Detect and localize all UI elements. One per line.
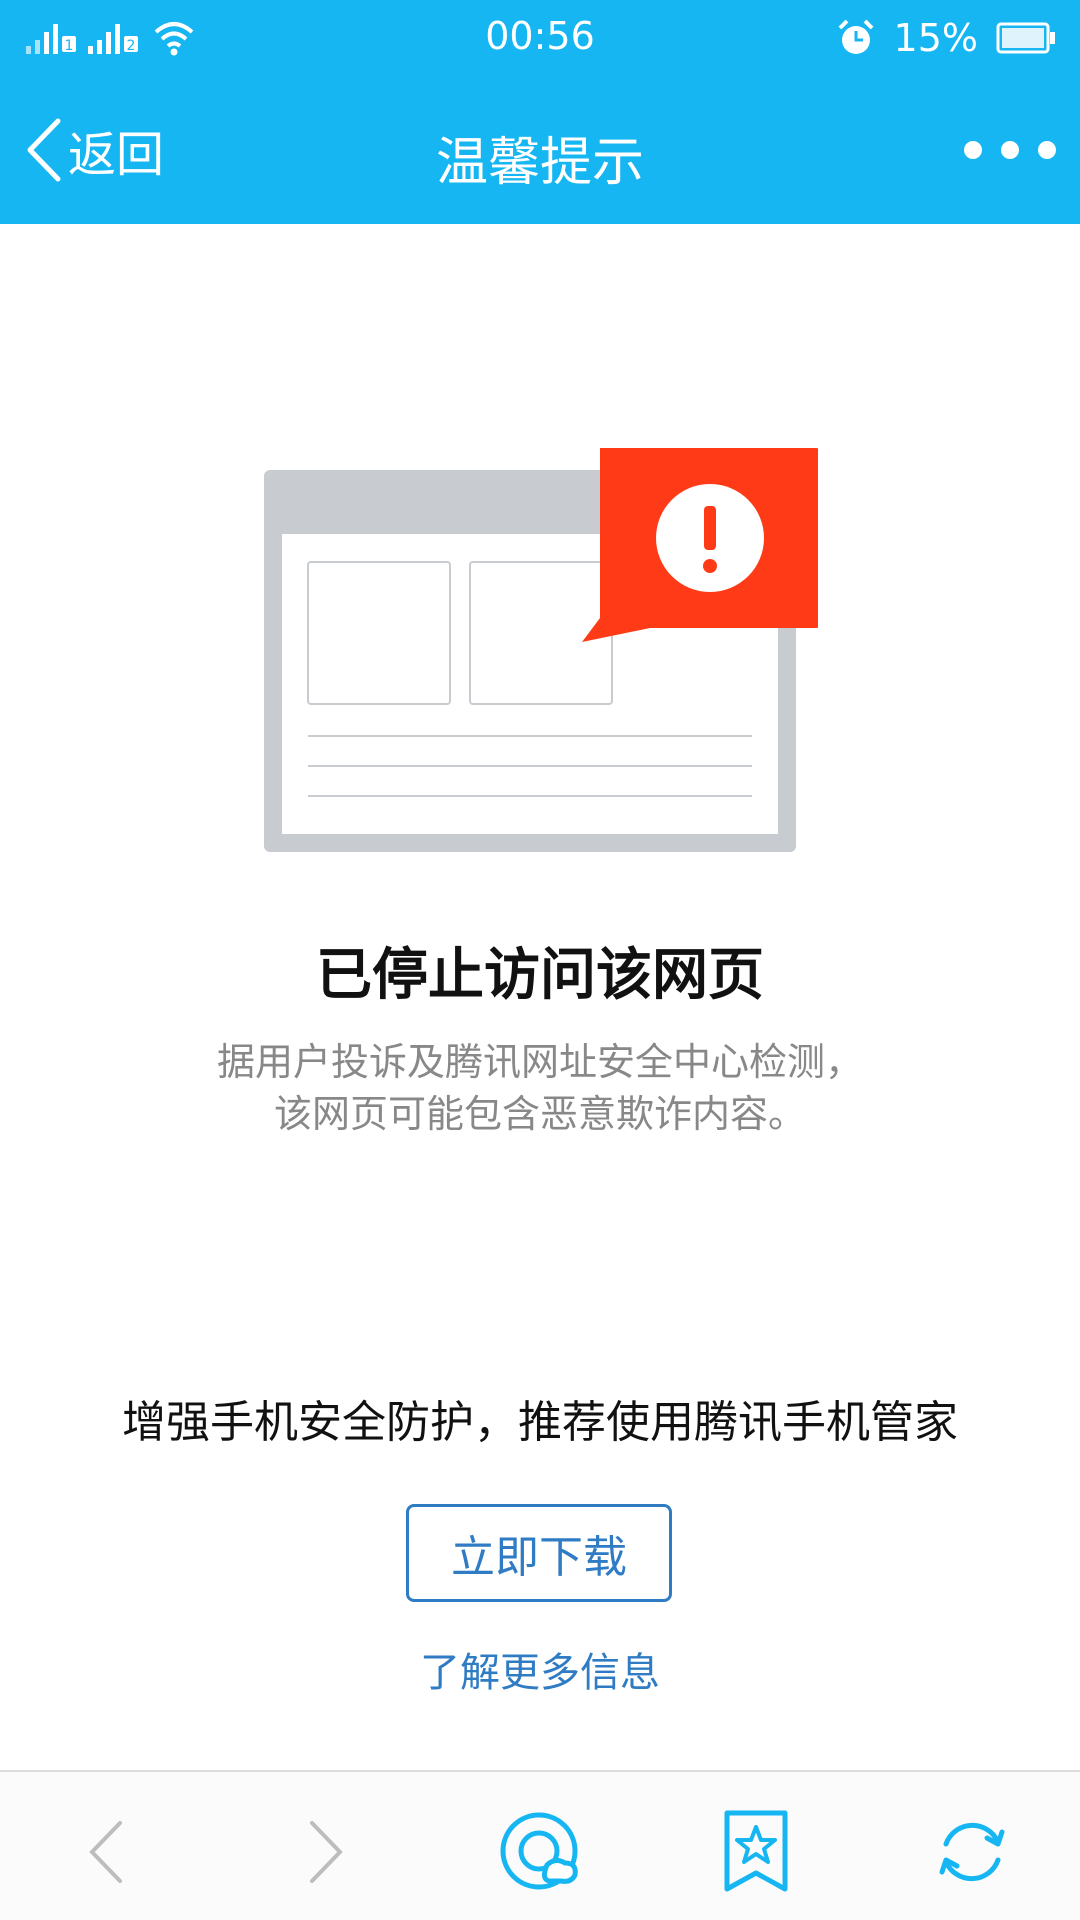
- more-dot: [964, 141, 982, 159]
- more-dot: [1001, 141, 1019, 159]
- security-promo-text: 增强手机安全防护，推荐使用腾讯手机管家: [122, 1397, 958, 1448]
- more-options-button[interactable]: [964, 128, 1056, 172]
- blocked-description: 据用户投诉及腾讯网址安全中心检测， 该网页可能包含恶意欺诈内容。: [0, 1036, 1080, 1140]
- learn-more-link[interactable]: 了解更多信息: [0, 1640, 1080, 1698]
- bottom-toolbar: [0, 1770, 1080, 1920]
- back-arrow-icon: [89, 1821, 122, 1883]
- description-line: 据用户投诉及腾讯网址安全中心检测，: [216, 1040, 863, 1084]
- page-title: 温馨提示: [435, 133, 644, 193]
- navigation-bar: 返回 温馨提示: [0, 76, 1080, 224]
- qq-browser-icon: [500, 1812, 578, 1890]
- forward-arrow-icon: [310, 1821, 343, 1883]
- toolbar-refresh-button[interactable]: [922, 1802, 1022, 1902]
- blocked-page-illustration: [264, 448, 818, 852]
- blocked-title: 已停止访问该网页: [316, 943, 764, 1008]
- battery-icon: [996, 22, 1055, 54]
- description-line: 该网页可能包含恶意欺诈内容。: [273, 1092, 806, 1136]
- more-dot: [1038, 141, 1056, 159]
- toolbar-bookmarks-button[interactable]: [706, 1802, 806, 1902]
- battery-percentage: 15%: [893, 16, 978, 60]
- toolbar-back-button[interactable]: [58, 1802, 158, 1902]
- refresh-icon: [939, 1822, 1005, 1882]
- toolbar-forward-button[interactable]: [274, 1802, 374, 1902]
- download-button[interactable]: 立即下载: [406, 1504, 672, 1602]
- warning-badge-icon: [582, 448, 818, 642]
- toolbar-home-button[interactable]: [490, 1802, 590, 1902]
- status-bar: 1 2 00:56 15%: [0, 0, 1080, 76]
- bookmark-star-icon: [724, 1810, 788, 1892]
- alarm-icon: [838, 19, 873, 54]
